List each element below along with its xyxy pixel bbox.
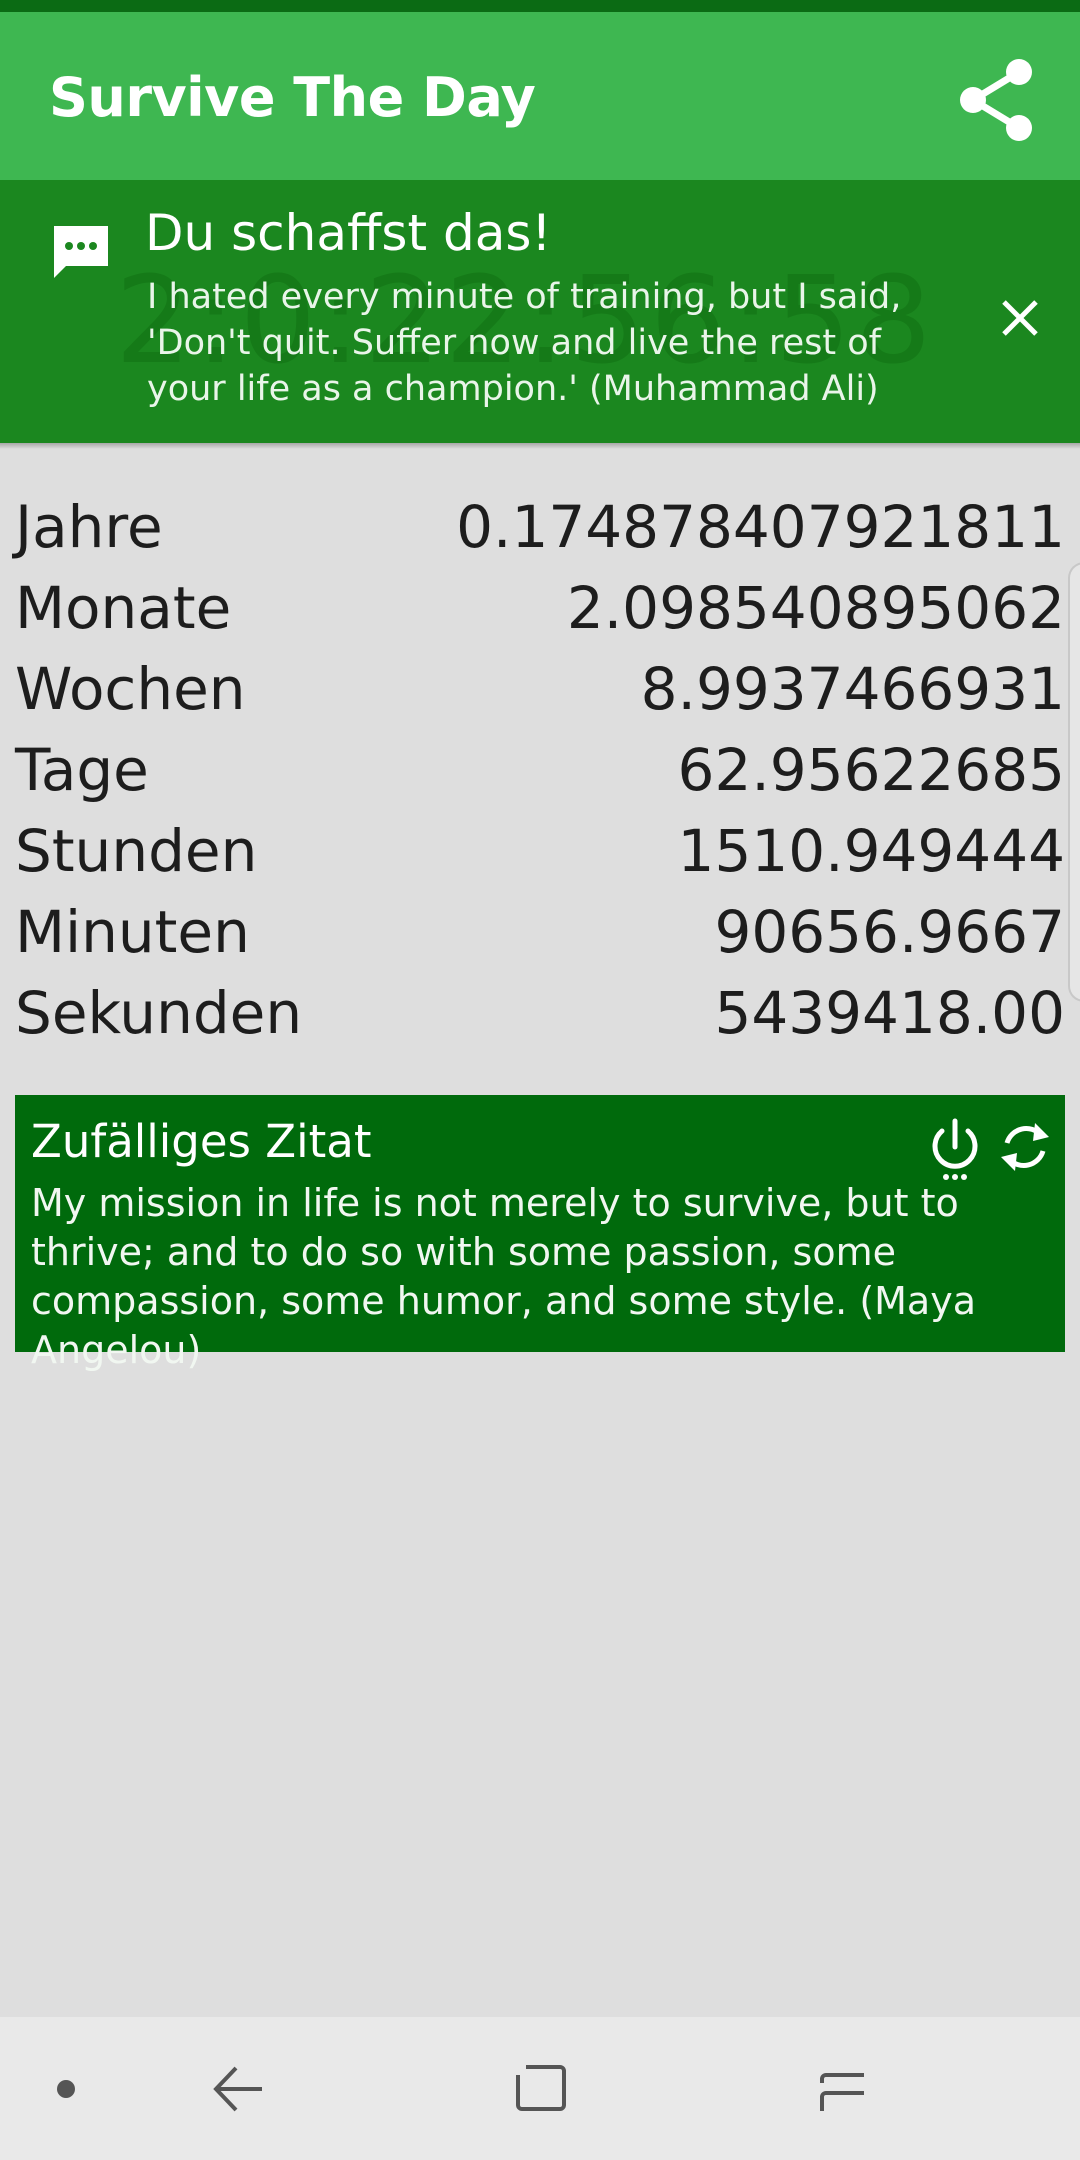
power-icon[interactable] [920,1117,990,1183]
app-title: Survive The Day [49,66,536,129]
stat-row-hours: Stunden 1510.949444 [15,810,1065,891]
random-quote-card: Zufälliges Zitat My mission in life is n… [15,1095,1065,1372]
stat-value: 90656.9667 [714,897,1065,966]
stat-row-weeks: Wochen 8.9937466931 [15,648,1065,729]
stat-label: Stunden [15,816,258,885]
stat-row-minutes: Minuten 90656.9667 [15,891,1065,972]
stat-value: 0.174878407921811 [456,492,1065,561]
edge-panel-handle[interactable] [1068,562,1080,1002]
motivation-banner: 2:0:22:56:58 Du schaffst das! I hated ev… [0,180,1080,443]
stat-label: Tage [15,735,149,804]
nav-dot-button[interactable] [24,2047,108,2131]
share-button[interactable] [948,52,1044,148]
stat-row-months: Monate 2.098540895062 [15,567,1065,648]
home-icon [516,2065,566,2111]
close-icon [1002,300,1038,336]
system-navigation-bar [0,2017,1080,2160]
message-icon [54,226,108,278]
stat-value: 8.9937466931 [640,654,1065,723]
banner-shadow [0,443,1080,449]
status-bar [0,0,1080,12]
quote-card-title: Zufälliges Zitat [31,1115,372,1168]
stat-label: Minuten [15,897,250,966]
back-icon [213,2066,262,2112]
back-button[interactable] [196,2047,280,2131]
dot-icon [57,2080,75,2098]
quote-text: My mission in life is not merely to surv… [31,1181,976,1372]
banner-title: Du schaffst das! [145,204,552,262]
stat-row-years: Jahre 0.174878407921811 [15,486,1065,567]
share-icon [960,59,1032,141]
stat-label: Wochen [15,654,246,723]
stat-value: 5439418.00 [714,978,1065,1047]
banner-close-button[interactable] [984,282,1056,354]
home-button[interactable] [498,2047,582,2131]
stat-value: 1510.949444 [677,816,1065,885]
stat-value: 2.098540895062 [566,573,1065,642]
stat-label: Sekunden [15,978,303,1047]
stat-row-days: Tage 62.95622685 [15,729,1065,810]
stat-label: Jahre [15,492,163,561]
app-bar: Survive The Day [0,12,1080,180]
banner-message: I hated every minute of training, but I … [147,277,902,409]
time-stats-list: Jahre 0.174878407921811 Monate 2.0985408… [15,486,1065,1053]
recents-button[interactable] [800,2047,884,2131]
stat-row-seconds: Sekunden 5439418.00 [15,972,1065,1053]
stat-value: 62.95622685 [677,735,1065,804]
recents-icon [820,2073,864,2111]
stat-label: Monate [15,573,232,642]
refresh-icon[interactable] [995,1117,1055,1177]
